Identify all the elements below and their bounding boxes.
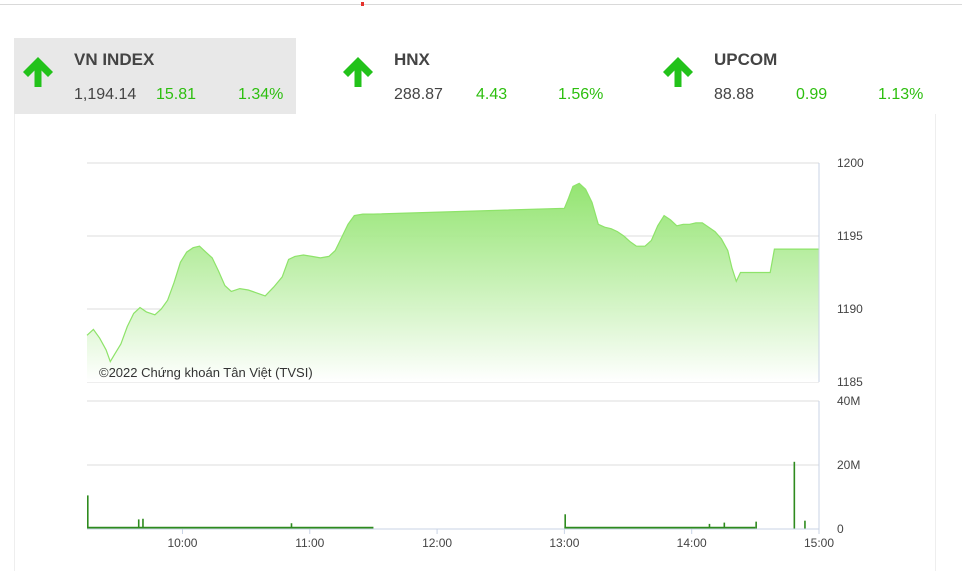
up-arrow-icon xyxy=(23,57,53,87)
up-arrow-icon xyxy=(343,57,373,87)
index-change: 0.99 xyxy=(796,86,828,103)
index-change: 4.43 xyxy=(476,86,508,103)
index-name: HNX xyxy=(394,50,430,69)
index-change-percent: 1.56% xyxy=(558,86,604,103)
price-tick-label: 1185 xyxy=(837,375,863,389)
index-tabs: VN INDEX 1,194.14 15.81 1.34% HNX 288.87… xyxy=(14,38,936,114)
x-tick-label: 14:00 xyxy=(677,536,707,550)
volume-bar xyxy=(290,523,293,529)
tab-vn-index[interactable]: VN INDEX 1,194.14 15.81 1.34% xyxy=(14,38,296,114)
chart-credit: ©2022 Chứng khoán Tân Việt (TVSI) xyxy=(99,365,313,380)
intraday-chart: 1200 1195 1190 1185 ©2022 Chứng khoán Tân V… xyxy=(86,156,864,550)
volume-bar xyxy=(804,520,806,529)
top-divider xyxy=(0,4,962,5)
volume-bar xyxy=(142,518,144,529)
volume-bar xyxy=(137,519,140,529)
index-name: VN INDEX xyxy=(74,50,155,69)
volume-bar xyxy=(87,495,89,529)
price-area xyxy=(87,183,819,382)
volume-y-axis: 40M 20M 0 xyxy=(818,394,860,536)
index-value: 88.88 xyxy=(714,86,755,103)
index-change-percent: 1.13% xyxy=(878,86,924,103)
volume-tick-label: 20M xyxy=(837,458,860,472)
top-accent-mark xyxy=(361,2,364,6)
index-change-percent: 1.34% xyxy=(238,86,284,103)
price-y-axis: 1200 1195 1190 1185 xyxy=(818,156,864,389)
tab-upcom[interactable]: UPCOM 88.88 0.99 1.13% xyxy=(654,38,936,114)
volume-tick-label: 40M xyxy=(837,394,860,408)
tab-hnx[interactable]: HNX 288.87 4.43 1.56% xyxy=(334,38,616,114)
x-tick-label: 10:00 xyxy=(167,536,197,550)
price-tick-label: 1195 xyxy=(837,229,863,243)
index-name: UPCOM xyxy=(714,50,778,69)
volume-gridlines xyxy=(87,400,819,530)
price-tick-label: 1200 xyxy=(837,156,864,170)
x-tick-label: 12:00 xyxy=(422,536,452,550)
intraday-chart-panel: 1200 1195 1190 1185 ©2022 Chứng khoán Tân V… xyxy=(14,114,936,571)
x-tick-label: 13:00 xyxy=(549,536,579,550)
volume-bar xyxy=(708,523,711,529)
volume-bar xyxy=(755,521,757,529)
volume-bar xyxy=(564,514,566,529)
volume-tick-label: 0 xyxy=(837,522,844,536)
time-x-axis: 10:00 11:00 12:00 13:00 14:00 15:00 xyxy=(87,528,834,550)
x-tick-label: 15:00 xyxy=(804,536,834,550)
price-tick-label: 1190 xyxy=(837,302,863,316)
index-change: 15.81 xyxy=(156,86,197,103)
index-value: 1,194.14 xyxy=(74,86,137,103)
volume-bar xyxy=(793,461,796,529)
index-value: 288.87 xyxy=(394,86,443,103)
volume-bar xyxy=(723,522,726,529)
up-arrow-icon xyxy=(663,57,693,87)
x-tick-label: 11:00 xyxy=(295,536,324,550)
volume-bars xyxy=(87,461,806,529)
